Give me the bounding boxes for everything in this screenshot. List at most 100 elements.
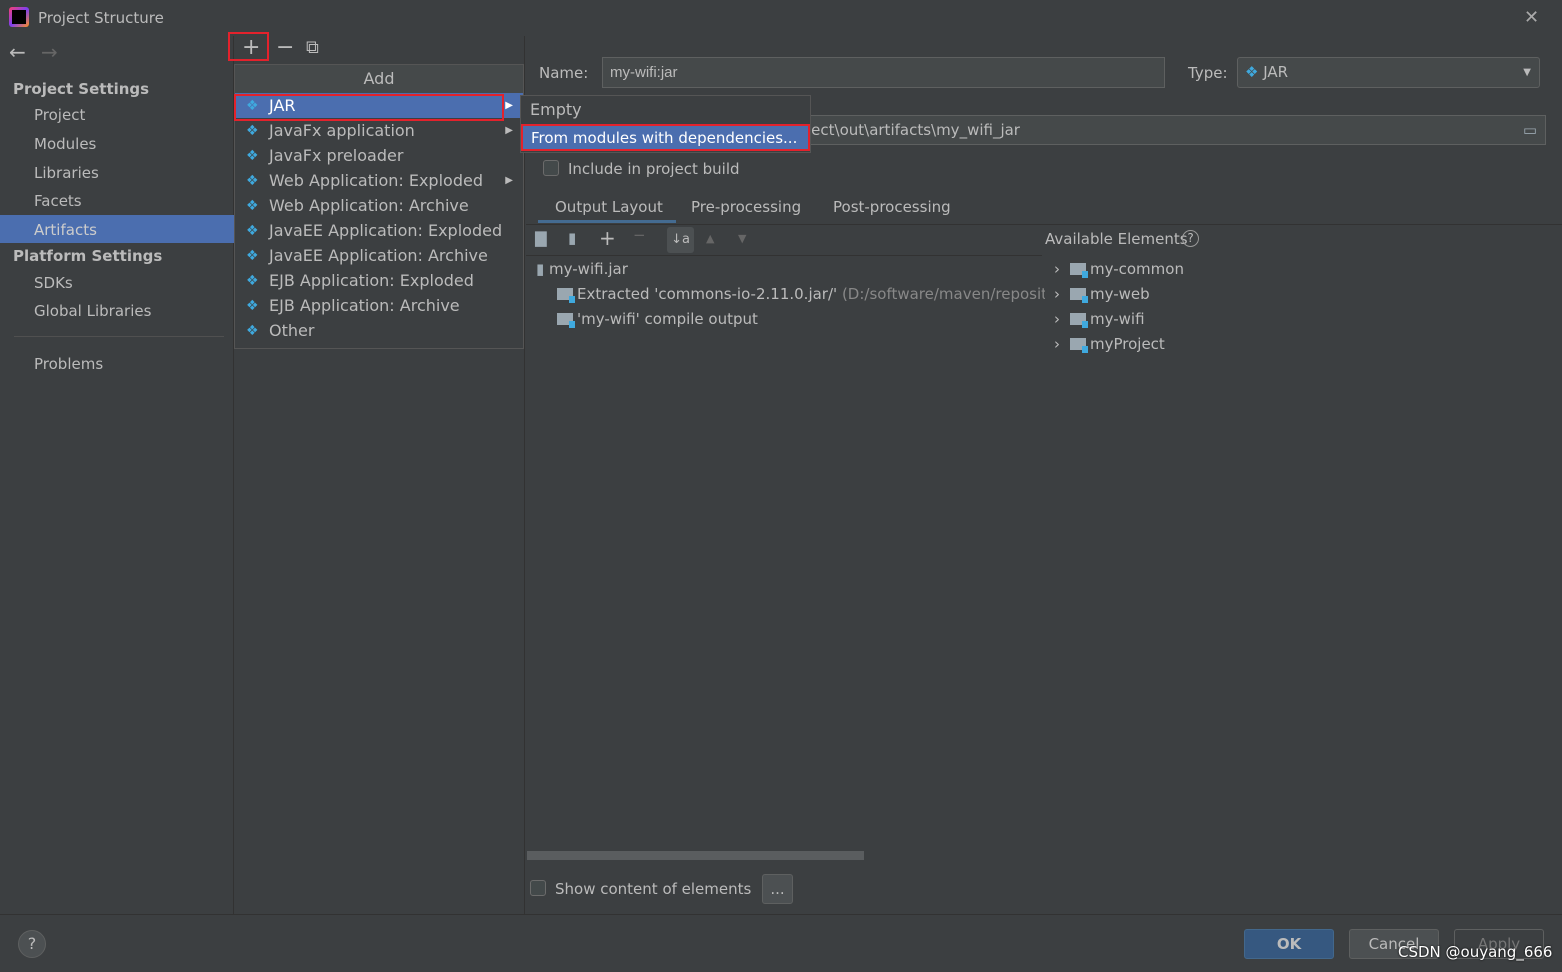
available-elements-title: Available Elements (1045, 230, 1188, 248)
divider (526, 255, 1042, 256)
move-down-icon[interactable]: ▼ (738, 232, 746, 245)
forward-arrow-icon[interactable]: → (41, 40, 58, 64)
active-tab-underline (538, 220, 676, 223)
add-button[interactable]: + (242, 35, 260, 60)
menu-item-label: Other (269, 321, 315, 340)
intellij-logo-icon (9, 7, 29, 27)
extracted-icon (557, 288, 575, 303)
folder-icon (557, 313, 575, 328)
move-up-icon[interactable]: ▲ (706, 232, 714, 245)
available-label: my-wifi (1090, 310, 1145, 328)
menu-item-javaee-application-exploded[interactable]: ❖ JavaEE Application: Exploded (235, 218, 523, 243)
include-in-build-label: Include in project build (568, 160, 740, 178)
submenu-arrow-icon: ▶ (505, 175, 513, 186)
layout-tree-row[interactable]: Extracted 'commons-io-2.11.0.jar/' (D:/s… (557, 285, 1045, 303)
menu-item-javafx-application[interactable]: ❖ JavaFx application ▶ (235, 118, 523, 143)
sidebar-item-artifacts[interactable]: Artifacts (34, 221, 97, 239)
tab-pre-processing[interactable]: Pre-processing (691, 198, 801, 216)
available-item[interactable]: › myProject (1054, 335, 1165, 353)
platform-settings-heading: Platform Settings (13, 247, 163, 265)
jar-highlight (234, 94, 504, 121)
tree-path: (D:/software/maven/reposito (841, 285, 1045, 303)
close-icon[interactable]: ✕ (1524, 7, 1539, 28)
include-in-build-checkbox[interactable] (543, 160, 559, 176)
chevron-down-icon: ▼ (1523, 67, 1531, 78)
menu-item-other[interactable]: ❖ Other (235, 318, 523, 343)
name-input[interactable] (602, 57, 1165, 88)
show-content-checkbox[interactable] (530, 880, 546, 896)
module-folder-icon (1070, 313, 1088, 328)
sidebar-item-libraries[interactable]: Libraries (34, 164, 99, 182)
copy-icon[interactable]: ⧉ (306, 37, 319, 58)
ejb-icon: ❖ (246, 298, 259, 314)
available-item[interactable]: › my-wifi (1054, 310, 1145, 328)
more-button[interactable]: ... (762, 874, 793, 904)
tree-label: Extracted 'commons-io-2.11.0.jar/' (577, 285, 838, 303)
add-element-icon[interactable]: + (599, 226, 616, 250)
submenu-item-empty[interactable]: Empty (521, 96, 810, 124)
watermark: CSDN @ouyang_666 (1398, 943, 1553, 961)
menu-item-label: Web Application: Archive (269, 196, 469, 215)
ok-button[interactable]: OK (1244, 929, 1334, 959)
menu-item-web-application-archive[interactable]: ❖ Web Application: Archive (235, 193, 523, 218)
tab-post-processing[interactable]: Post-processing (833, 198, 951, 216)
archive-icon[interactable]: ▮ (568, 229, 576, 247)
menu-item-label: EJB Application: Exploded (269, 271, 474, 290)
available-item[interactable]: › my-web (1054, 285, 1150, 303)
help-icon[interactable]: ? (1182, 230, 1199, 247)
javafx-icon: ❖ (246, 123, 259, 139)
sidebar-item-sdks[interactable]: SDKs (34, 274, 73, 292)
tab-output-layout[interactable]: Output Layout (555, 198, 663, 216)
help-button[interactable]: ? (18, 930, 46, 958)
divider (14, 336, 224, 337)
javaee-icon: ❖ (246, 248, 259, 264)
available-label: my-common (1090, 260, 1184, 278)
layout-tree-row[interactable]: 'my-wifi' compile output (557, 310, 758, 328)
horizontal-scrollbar[interactable] (527, 851, 864, 860)
module-folder-icon (1070, 338, 1088, 353)
submenu-item-from-modules[interactable]: From modules with dependencies... (521, 124, 810, 151)
back-arrow-icon[interactable]: ← (9, 40, 26, 64)
menu-item-label: EJB Application: Archive (269, 296, 460, 315)
sidebar-item-project[interactable]: Project (34, 106, 85, 124)
ejb-icon: ❖ (246, 273, 259, 289)
add-menu-title: Add (235, 65, 523, 93)
chevron-right-icon[interactable]: › (1054, 285, 1060, 303)
jar-submenu: Empty From modules with dependencies... (520, 95, 811, 153)
sort-icon[interactable]: ↓a (667, 227, 694, 253)
sidebar-item-facets[interactable]: Facets (34, 192, 82, 210)
layout-tree-row[interactable]: ▮ my-wifi.jar (536, 260, 628, 278)
sidebar-item-modules[interactable]: Modules (34, 135, 96, 153)
sidebar-item-problems[interactable]: Problems (34, 355, 103, 373)
new-directory-icon[interactable]: ▇ (535, 229, 547, 247)
menu-item-javaee-application-archive[interactable]: ❖ JavaEE Application: Archive (235, 243, 523, 268)
sidebar-item-global-libraries[interactable]: Global Libraries (34, 302, 151, 320)
remove-button[interactable]: − (276, 35, 294, 60)
javaee-icon: ❖ (246, 223, 259, 239)
menu-item-label: Web Application: Exploded (269, 171, 483, 190)
divider (526, 224, 1562, 225)
title-bar: Project Structure ✕ (0, 0, 1562, 36)
menu-item-label: JavaEE Application: Archive (269, 246, 488, 265)
menu-item-ejb-application-archive[interactable]: ❖ EJB Application: Archive (235, 293, 523, 318)
menu-item-label: JavaEE Application: Exploded (269, 221, 503, 240)
remove-element-icon[interactable]: − (633, 226, 646, 244)
name-label: Name: (539, 64, 589, 82)
chevron-right-icon[interactable]: › (1054, 260, 1060, 278)
javafx-icon: ❖ (246, 148, 259, 164)
chevron-right-icon[interactable]: › (1054, 310, 1060, 328)
available-label: my-web (1090, 285, 1150, 303)
menu-item-javafx-preloader[interactable]: ❖ JavaFx preloader (235, 143, 523, 168)
folder-browse-icon[interactable]: ▭ (1523, 116, 1537, 144)
available-item[interactable]: › my-common (1054, 260, 1184, 278)
module-folder-icon (1070, 263, 1088, 278)
type-select[interactable]: ❖ JAR ▼ (1237, 57, 1540, 88)
divider (0, 914, 1562, 915)
chevron-right-icon[interactable]: › (1054, 335, 1060, 353)
available-label: myProject (1090, 335, 1165, 353)
menu-item-web-application-exploded[interactable]: ❖ Web Application: Exploded ▶ (235, 168, 523, 193)
project-settings-heading: Project Settings (13, 80, 150, 98)
sidebar: ← → Project Settings Project Modules Lib… (0, 36, 234, 914)
menu-item-ejb-application-exploded[interactable]: ❖ EJB Application: Exploded (235, 268, 523, 293)
other-icon: ❖ (246, 323, 259, 339)
